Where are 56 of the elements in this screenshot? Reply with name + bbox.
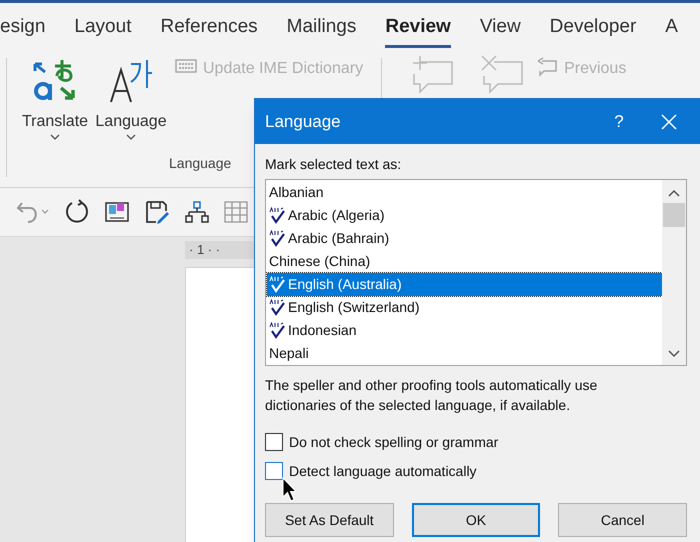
- language-item[interactable]: Indonesian: [267, 319, 662, 342]
- ribbon-button[interactable]: Language: [93, 54, 169, 140]
- dialog-button[interactable]: OK: [412, 503, 540, 537]
- ribbon-tab[interactable]: References: [160, 12, 258, 48]
- previous-comment-icon: [536, 57, 558, 77]
- ribbon-button[interactable]: Translate: [17, 54, 93, 140]
- language-name: Albanian: [269, 183, 324, 202]
- undo-icon[interactable]: [16, 200, 50, 224]
- scrollbar[interactable]: [662, 180, 686, 365]
- cubes-icon[interactable]: [104, 200, 130, 224]
- ribbon-tab[interactable]: View: [480, 12, 521, 48]
- list-label: Mark selected text as:: [265, 155, 402, 174]
- ribbon-tab[interactable]: A: [665, 12, 678, 48]
- language-item[interactable]: English (Australia): [267, 273, 662, 296]
- language-name: English (Switzerland): [288, 298, 420, 317]
- spelling-check-icon: [269, 276, 286, 293]
- dialog-button[interactable]: Cancel: [558, 503, 688, 537]
- language-name: English (Australia): [288, 275, 402, 294]
- group-label: Language: [169, 154, 232, 173]
- dialog-title: Language: [265, 110, 342, 133]
- spelling-check-icon: [269, 299, 286, 316]
- keyboard-icon: [175, 59, 197, 73]
- ribbon-tab[interactable]: Review: [385, 12, 451, 48]
- language-item[interactable]: English (Switzerland): [267, 296, 662, 319]
- spelling-check-icon: [269, 322, 286, 339]
- checkbox[interactable]: [266, 434, 282, 450]
- language-icon: [107, 58, 155, 104]
- scroll-thumb[interactable]: [663, 203, 685, 227]
- spelling-check-icon: [269, 230, 286, 247]
- language-item[interactable]: Arabic (Algeria): [267, 204, 662, 227]
- mouse-pointer-icon: [282, 477, 298, 503]
- hierarchy-icon[interactable]: [184, 200, 210, 224]
- ribbon-tab[interactable]: Layout: [74, 12, 132, 48]
- language-item[interactable]: Nepali: [267, 342, 662, 365]
- save-edit-icon[interactable]: [144, 199, 170, 225]
- spelling-check-icon: [269, 207, 286, 224]
- language-name: Indonesian: [288, 321, 357, 340]
- close-icon[interactable]: [661, 114, 677, 130]
- ribbon-tab[interactable]: Developer: [550, 12, 636, 48]
- checkbox[interactable]: [266, 463, 282, 479]
- language-name: Nepali: [269, 344, 309, 363]
- ribbon-tab[interactable]: esign: [0, 12, 46, 48]
- dialog-button[interactable]: Set As Default: [265, 503, 394, 537]
- language-name: Arabic (Algeria): [288, 206, 384, 225]
- scroll-up-icon[interactable]: [668, 189, 680, 197]
- language-item[interactable]: Albanian: [267, 181, 662, 204]
- scroll-down-icon[interactable]: [668, 350, 680, 358]
- chevron-down-icon: [50, 134, 60, 140]
- help-button[interactable]: ?: [599, 108, 639, 134]
- ribbon-tab[interactable]: Mailings: [286, 12, 356, 48]
- redo-icon[interactable]: [64, 199, 90, 225]
- table-icon[interactable]: [224, 201, 248, 223]
- checkbox-label: Do not check spelling or grammar: [289, 432, 498, 452]
- chevron-down-icon: [126, 134, 136, 140]
- proofing-note: The speller and other proofing tools automatically use dictionaries of the selected language, if available.: [265, 376, 598, 415]
- checkbox-label: Detect language automatically: [289, 462, 477, 481]
